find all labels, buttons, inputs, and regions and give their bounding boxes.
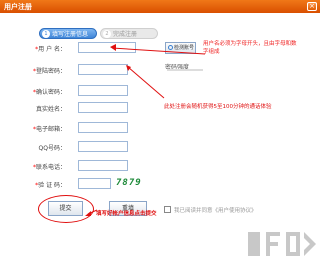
title-bar: 用户注册 × <box>0 0 320 13</box>
phone-label: *联系电话： <box>32 164 66 171</box>
realname-label: 真实姓名： <box>35 106 66 113</box>
password-label: *登陆密码： <box>32 68 66 75</box>
window-title: 用户注册 <box>4 3 32 11</box>
annotation-submit-hint: 填写好帐户信息点击提交 <box>96 211 157 217</box>
realname-input[interactable] <box>78 102 128 113</box>
email-label: *电子邮箱： <box>32 126 66 133</box>
password-input[interactable] <box>78 64 128 75</box>
username-input[interactable] <box>78 42 136 53</box>
email-input[interactable] <box>78 122 128 133</box>
captcha-input[interactable] <box>78 178 111 189</box>
register-window: 用户注册 × 1 填写注册信息 2 完成注册 *用 户 名： *登陆密码： *确… <box>0 0 320 264</box>
annotation-username-rule: 用户名必须为字母开头，且由字母和数字组成 <box>203 41 297 55</box>
step-1-label: 填写注册信息 <box>52 31 89 38</box>
check-account-button[interactable]: 检测账号 <box>165 42 196 54</box>
step-fill-info: 1 填写注册信息 <box>39 28 97 39</box>
step-2-number: 2 <box>103 30 111 38</box>
step-1-number: 1 <box>42 30 50 38</box>
confirm-password-input[interactable] <box>78 85 128 96</box>
agree-checkbox[interactable] <box>164 206 171 213</box>
close-button[interactable]: × <box>307 2 317 11</box>
step-complete: 2 完成注册 <box>100 28 158 39</box>
row-username: *用 户 名： <box>30 42 230 53</box>
password-strength-bar <box>167 69 203 71</box>
row-email: *电子邮箱： <box>30 122 230 133</box>
submit-button[interactable]: 提交 <box>48 201 83 216</box>
magnifier-icon <box>168 45 173 50</box>
check-account-label: 检测账号 <box>174 45 195 51</box>
row-confirm: *确认密码： <box>30 85 230 96</box>
annotation-trial-minutes: 此处注册会随机获得5至100分钟的通话体验 <box>164 104 272 110</box>
username-label: *用 户 名： <box>35 46 66 53</box>
agree-text: 我已阅读并同意《用户使用协议》 <box>174 208 257 214</box>
qq-input[interactable] <box>78 141 128 152</box>
qq-label: QQ号码： <box>38 145 66 152</box>
confirm-label: *确认密码： <box>32 89 66 96</box>
step-2-label: 完成注册 <box>113 31 138 38</box>
captcha-label: *验 证 码： <box>35 182 66 189</box>
phone-input[interactable] <box>78 160 128 171</box>
captcha-image[interactable]: 7879 <box>116 178 154 189</box>
row-phone: *联系电话： <box>30 160 230 171</box>
watermark-logo <box>248 232 316 256</box>
row-qq: QQ号码： <box>30 141 230 152</box>
